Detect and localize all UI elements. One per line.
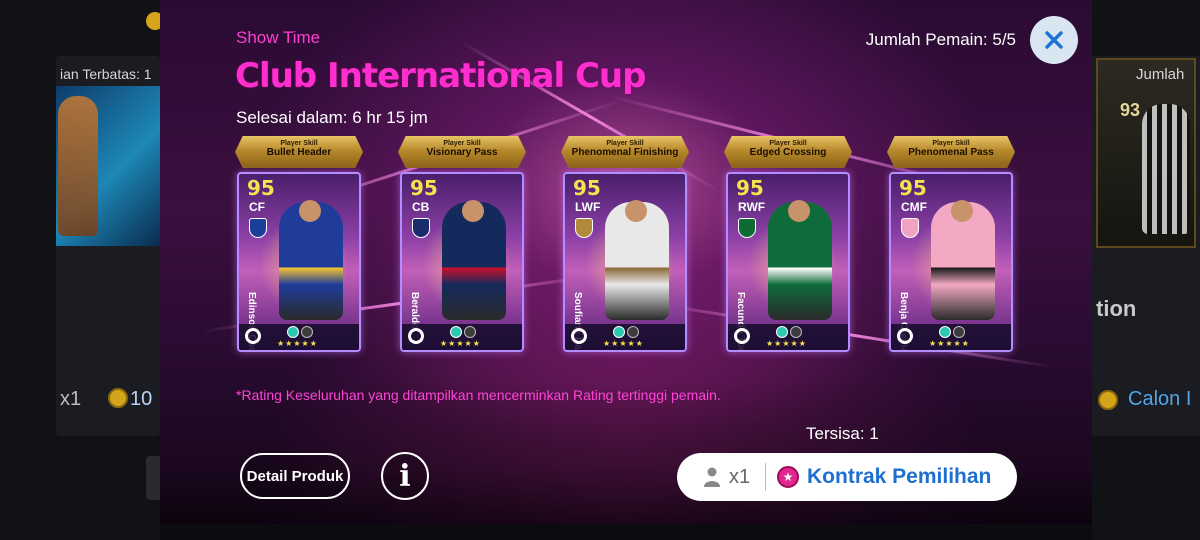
booster-badge-icon xyxy=(627,326,639,338)
player-skill-banner: Player Skill Edged Crossing xyxy=(724,136,852,168)
player-card[interactable]: Player Skill Edged Crossing 95 RWF Facun… xyxy=(724,136,852,356)
player-skill-name: Edged Crossing xyxy=(749,147,827,158)
person-icon xyxy=(704,467,720,487)
player-figure xyxy=(442,200,506,320)
player-card[interactable]: Player Skill Bullet Header 95 CF Edinson… xyxy=(235,136,363,356)
booster-badge-icon xyxy=(790,326,802,338)
background-section-text: tion xyxy=(1096,296,1137,321)
player-figure xyxy=(931,200,995,320)
close-icon xyxy=(1045,31,1063,49)
info-button[interactable]: i xyxy=(381,452,429,500)
player-skill-name: Phenomenal Pass xyxy=(908,147,994,158)
player-position: CB xyxy=(412,200,430,214)
player-skill-banner: Player Skill Visionary Pass xyxy=(398,136,526,168)
background-card-rating: 93 xyxy=(1120,100,1141,120)
background-left: ian Terbatas: 1 x1 10 xyxy=(0,0,166,540)
background-player-card: 93 xyxy=(1096,58,1196,248)
player-rating: 95 xyxy=(573,176,601,200)
campaign-modal: Show Time Club International Cup Selesai… xyxy=(160,0,1092,524)
player-card[interactable]: Player Skill Phenomenal Pass 95 CMF Benj… xyxy=(887,136,1015,356)
coin-icon xyxy=(108,388,128,408)
background-button-text: Calon I xyxy=(1128,388,1192,410)
player-skill-name: Bullet Header xyxy=(266,147,332,158)
player-skill-banner: Player Skill Bullet Header xyxy=(235,136,363,168)
playstyle-badge-icon xyxy=(939,326,951,338)
player-skill-caption: Player Skill xyxy=(280,140,318,147)
efootball-logo-icon xyxy=(734,328,750,344)
game-screen: ian Terbatas: 1 x1 10 93 Jumlah tion Cal… xyxy=(0,0,1200,540)
efootball-logo-icon xyxy=(897,328,913,344)
rating-note: *Rating Keseluruhan yang ditampilkan men… xyxy=(236,387,721,403)
campaign-timer: Selesai dalam: 6 hr 15 jm xyxy=(236,108,428,127)
playstyle-badge-icon xyxy=(776,326,788,338)
star-rating: ★★★★★ xyxy=(929,339,970,348)
background-title: ian Terbatas: 1 xyxy=(60,66,152,82)
club-crest-icon xyxy=(249,218,267,238)
efootball-logo-icon xyxy=(245,328,261,344)
playstyle-badge-icon xyxy=(287,326,299,338)
player-position: CF xyxy=(249,200,265,214)
efootball-logo-icon xyxy=(408,328,424,344)
player-rating: 95 xyxy=(410,176,438,200)
player-card-face: 95 CMF Benja Cremaschi ★★★★★ xyxy=(889,172,1013,352)
star-rating: ★★★★★ xyxy=(603,339,644,348)
player-card-face: 95 LWF Soufiane Rahimi ★★★★★ xyxy=(563,172,687,352)
player-figure xyxy=(279,200,343,320)
selection-contract-button[interactable]: x1 ★ Kontrak Pemilihan xyxy=(677,453,1017,501)
star-coin-icon: ★ xyxy=(777,466,799,488)
player-card-face: 95 RWF Facundo Torres ★★★★★ xyxy=(726,172,850,352)
player-card[interactable]: Player Skill Visionary Pass 95 CB Berald… xyxy=(398,136,526,356)
player-position: RWF xyxy=(738,200,766,214)
player-rating: 95 xyxy=(899,176,927,200)
club-crest-icon xyxy=(575,218,593,238)
player-skill-name: Phenomenal Finishing xyxy=(571,147,679,158)
player-count: Jumlah Pemain: 5/5 xyxy=(865,30,1016,49)
player-rating: 95 xyxy=(736,176,764,200)
star-rating: ★★★★★ xyxy=(277,339,318,348)
campaign-label: Show Time xyxy=(236,28,321,47)
player-skill-banner: Player Skill Phenomenal Finishing xyxy=(561,136,689,168)
player-card[interactable]: Player Skill Phenomenal Finishing 95 LWF… xyxy=(561,136,689,356)
background-banner-image xyxy=(56,86,160,246)
player-position: CMF xyxy=(901,200,927,214)
club-crest-icon xyxy=(412,218,430,238)
player-figure xyxy=(768,200,832,320)
player-skill-caption: Player Skill xyxy=(932,140,970,147)
contract-count: x1 xyxy=(729,466,751,488)
playstyle-badge-icon xyxy=(450,326,462,338)
player-card-face: 95 CB Beraldo ★★★★★ xyxy=(400,172,524,352)
efootball-logo-icon xyxy=(571,328,587,344)
playstyle-badge-icon xyxy=(613,326,625,338)
coin-icon xyxy=(1098,390,1118,410)
star-rating: ★★★★★ xyxy=(766,339,807,348)
contract-label: Kontrak Pemilihan xyxy=(807,465,992,488)
background-multiplier: x1 xyxy=(60,388,82,410)
star-rating: ★★★★★ xyxy=(440,339,481,348)
product-detail-button[interactable]: Detail Produk xyxy=(240,453,350,499)
close-button[interactable] xyxy=(1030,16,1078,64)
background-right: 93 Jumlah tion Calon I xyxy=(1092,0,1200,540)
divider xyxy=(765,463,766,491)
player-skill-caption: Player Skill xyxy=(606,140,644,147)
player-skill-caption: Player Skill xyxy=(443,140,481,147)
info-icon: i xyxy=(399,458,411,494)
player-figure xyxy=(605,200,669,320)
campaign-title: Club International Cup xyxy=(235,56,646,96)
player-card-face: 95 CF Edinson Cavani ★★★★★ xyxy=(237,172,361,352)
player-position: LWF xyxy=(575,200,601,214)
player-skill-banner: Player Skill Phenomenal Pass xyxy=(887,136,1015,168)
player-skill-name: Visionary Pass xyxy=(426,147,498,158)
player-rating: 95 xyxy=(247,176,275,200)
booster-badge-icon xyxy=(301,326,313,338)
booster-badge-icon xyxy=(464,326,476,338)
player-skill-caption: Player Skill xyxy=(769,140,807,147)
background-coin-value: 10 xyxy=(130,388,153,410)
background-count-label: Jumlah xyxy=(1136,66,1185,83)
remaining-count: Tersisa: 1 xyxy=(806,424,879,443)
club-crest-icon xyxy=(901,218,919,238)
club-crest-icon xyxy=(738,218,756,238)
booster-badge-icon xyxy=(953,326,965,338)
